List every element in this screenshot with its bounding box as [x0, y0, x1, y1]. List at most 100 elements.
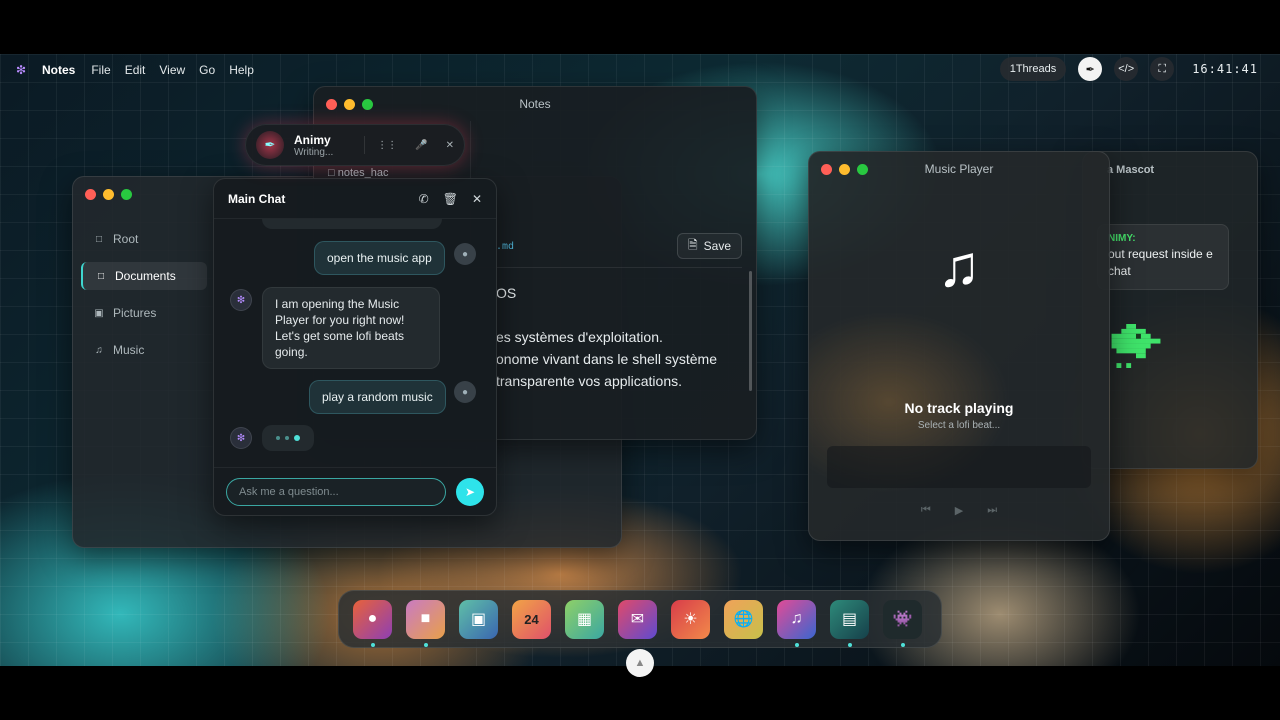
track-title: No track playing: [904, 400, 1014, 416]
next-icon[interactable]: ⏭: [987, 504, 997, 517]
window-title: a Mascot: [1107, 164, 1155, 176]
phone-icon[interactable]: ✆: [419, 192, 429, 206]
active-app-name: Notes: [42, 63, 76, 77]
bot-avatar-icon: ❇: [230, 289, 252, 311]
editor-line: onome vivant dans le shell système: [496, 351, 717, 367]
user-avatar-icon: ●: [454, 243, 476, 265]
mascot-speaker: NIMY:: [1108, 233, 1136, 244]
user-message: open the music app: [314, 241, 445, 275]
close-icon[interactable]: ✕: [446, 140, 454, 151]
pixel-mascot-icon[interactable]: [1111, 324, 1161, 368]
grid-icon[interactable]: ⋮⋮: [377, 140, 397, 151]
mascot-speech: out request inside e chat: [1108, 247, 1213, 278]
editor-line: OS: [496, 285, 517, 301]
menu-edit[interactable]: Edit: [125, 63, 146, 77]
menu-file[interactable]: File: [91, 63, 110, 77]
bot-message: I am opening the Music Player for you ri…: [262, 287, 440, 369]
user-message: play a random music: [309, 380, 446, 414]
sidebar-item-label: Root: [113, 232, 139, 246]
mascot-speech-bubble: NIMY: out request inside e chat: [1097, 224, 1229, 290]
sidebar-item-pictures[interactable]: ▣ Pictures: [81, 299, 207, 327]
editor-line: transparente vos applications.: [496, 373, 682, 389]
files-sidebar: □ Root □ Documents ▣ Pictures ♫ Music: [73, 211, 215, 547]
code-icon[interactable]: </>: [1114, 57, 1139, 81]
sidebar-item-label: Pictures: [113, 306, 157, 320]
dock-app-7[interactable]: ☀: [671, 599, 710, 639]
feather-icon[interactable]: ✒: [1078, 57, 1103, 81]
launcher-button[interactable]: ▲: [626, 649, 654, 677]
bot-avatar-icon: ❇: [230, 427, 252, 449]
minimize-window-button[interactable]: [103, 188, 114, 200]
editor-line: es systèmes d'exploitation.: [496, 329, 663, 345]
music-titlebar[interactable]: Music Player: [809, 152, 1109, 186]
sidebar-item-root[interactable]: □ Root: [81, 225, 207, 253]
top-bar: ❇ Notes File Edit View Go Help 1Threads …: [0, 54, 1280, 86]
sidebar-item-label: Music: [113, 343, 145, 357]
chat-title: Main Chat: [228, 191, 286, 206]
image-icon: ▣: [94, 307, 104, 319]
folder-icon: □: [97, 270, 105, 282]
dock-app-10[interactable]: ▤: [830, 599, 869, 647]
music-note-icon: ♫: [937, 234, 981, 299]
minimize-window-button[interactable]: [344, 98, 355, 110]
dock: ● ■ ▣ 24 ▦ ✉ ☀ 🌐 ♫ ▤ 👾: [338, 590, 942, 648]
threads-button[interactable]: 1Threads: [999, 57, 1067, 81]
sidebar-item-label: Documents: [115, 269, 176, 283]
menu-view[interactable]: View: [159, 63, 185, 77]
previous-icon[interactable]: ⏮: [921, 504, 931, 517]
chat-window: Main Chat ✆ 🗑 ✕ open the music app ● ❇ I…: [213, 178, 497, 516]
maximize-window-button[interactable]: [857, 163, 868, 175]
editor-scrollbar[interactable]: [749, 271, 752, 391]
maximize-window-button[interactable]: [121, 188, 132, 200]
notes-titlebar[interactable]: Notes: [314, 87, 756, 121]
calendar-icon[interactable]: 24: [512, 599, 551, 639]
clock: 16:41:41: [1192, 62, 1258, 76]
document-icon: 🗎: [687, 237, 698, 252]
close-window-button[interactable]: [85, 188, 96, 200]
dock-app-2[interactable]: ■: [406, 599, 445, 647]
assistant-name: Animy: [294, 132, 331, 147]
chat-input[interactable]: [226, 477, 446, 506]
folder-icon: □: [95, 233, 103, 245]
track-list[interactable]: [827, 446, 1091, 488]
close-icon[interactable]: ✕: [472, 192, 482, 206]
chat-header: Main Chat ✆ 🗑 ✕: [214, 179, 496, 219]
window-title: Notes: [519, 97, 551, 111]
dock-app-5[interactable]: ▦: [565, 599, 604, 639]
user-avatar-icon: ●: [454, 381, 476, 403]
save-label: Save: [703, 239, 731, 253]
chat-messages: open the music app ● ❇ I am opening the …: [214, 219, 496, 469]
chat-input-row: ➤: [214, 467, 496, 515]
feather-icon: ✒: [256, 131, 284, 159]
music-player-window: Music Player ♫ No track playing Select a…: [808, 151, 1110, 541]
dock-app-6[interactable]: ✉: [618, 599, 657, 639]
close-window-button[interactable]: [326, 98, 337, 110]
music-app-icon[interactable]: ♫: [777, 599, 816, 647]
music-note-icon: ♫: [95, 344, 103, 356]
globe-icon[interactable]: 🌐: [724, 599, 763, 639]
dock-app-3[interactable]: ▣: [459, 599, 498, 639]
fullscreen-icon[interactable]: ⛶: [1150, 57, 1175, 81]
microphone-icon[interactable]: 🎤: [415, 140, 427, 151]
typing-indicator: [262, 425, 314, 451]
track-subtitle: Select a lofi beat...: [917, 420, 1001, 431]
note-editor[interactable]: OS es systèmes d'exploitation. onome viv…: [470, 267, 742, 439]
play-icon[interactable]: ▶: [955, 504, 963, 517]
assistant-status: Writing...: [294, 146, 334, 158]
send-icon[interactable]: ➤: [456, 477, 484, 506]
minimize-window-button[interactable]: [839, 163, 850, 175]
dock-app-1[interactable]: ●: [353, 599, 392, 647]
menu-go[interactable]: Go: [199, 63, 215, 77]
previous-message-edge: [262, 219, 442, 229]
maximize-window-button[interactable]: [362, 98, 373, 110]
note-path: .md: [496, 241, 515, 252]
menu-help[interactable]: Help: [229, 63, 254, 77]
save-button[interactable]: 🗎 Save: [676, 233, 742, 259]
sidebar-item-music[interactable]: ♫ Music: [81, 336, 207, 364]
animy-logo-icon[interactable]: ❇: [16, 63, 30, 77]
mascot-app-icon[interactable]: 👾: [883, 599, 922, 647]
close-window-button[interactable]: [821, 163, 832, 175]
sidebar-item-documents[interactable]: □ Documents: [81, 262, 207, 290]
trash-icon[interactable]: 🗑: [443, 192, 458, 206]
